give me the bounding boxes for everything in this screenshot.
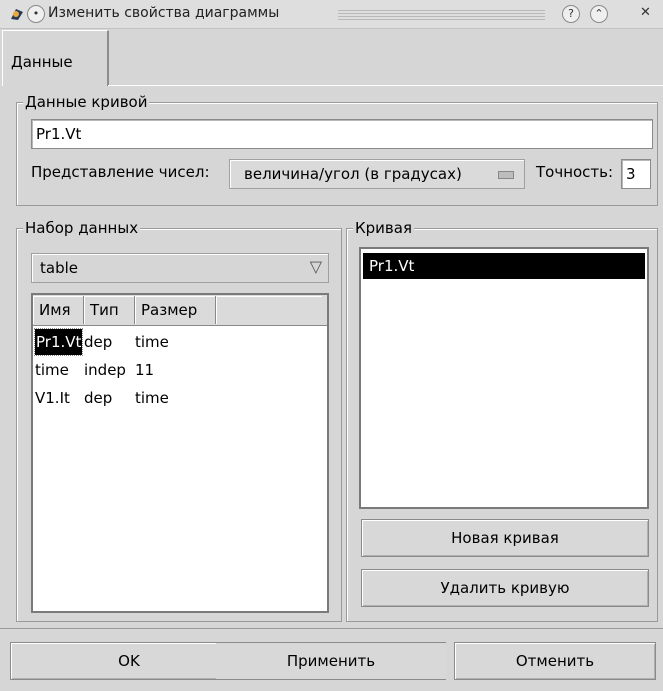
table-row[interactable]: time indep 11	[33, 357, 323, 383]
tab-data[interactable]: Данные	[2, 30, 109, 86]
table-cell-type: indep	[84, 361, 126, 379]
column-header-name[interactable]: Имя	[33, 296, 84, 324]
table-cell-name: time	[35, 361, 69, 379]
tab-label: Данные	[11, 53, 73, 71]
table-cell-type: dep	[84, 333, 113, 351]
delete-curve-button[interactable]: Удалить кривую	[361, 569, 649, 607]
cancel-button[interactable]: Отменить	[454, 642, 656, 680]
list-item[interactable]: Pr1.Vt	[363, 253, 645, 279]
curve-name-input[interactable]: Pr1.Vt	[31, 119, 653, 149]
number-repr-label: Представление чисел:	[31, 163, 210, 181]
dataset-group-title: Набор данных	[23, 219, 141, 237]
curve-data-group: Данные кривой Pr1.Vt Представление чисел…	[16, 93, 658, 206]
dropdown-arrow-icon: ▽	[309, 257, 322, 276]
table-row[interactable]: V1.It dep time	[33, 385, 323, 411]
table-row[interactable]: Pr1.Vt dep time	[33, 328, 323, 356]
precision-input[interactable]: 3	[621, 159, 651, 189]
dataset-table[interactable]: Имя Тип Размер Pr1.Vt dep time time inde…	[31, 293, 329, 613]
tab-bar-line	[108, 85, 663, 86]
dot-icon: •	[32, 7, 40, 20]
precision-label: Точность:	[536, 163, 614, 181]
column-header-type[interactable]: Тип	[84, 296, 135, 324]
dataset-select[interactable]: table ▽	[31, 253, 329, 283]
curve-list[interactable]: Pr1.Vt	[359, 247, 649, 509]
dataset-table-header: Имя Тип Размер	[33, 295, 327, 326]
ok-button[interactable]: OK	[10, 642, 248, 680]
table-cell-size: 11	[135, 361, 155, 379]
curve-group-title: Кривая	[353, 219, 414, 237]
table-cell-name: V1.It	[35, 389, 70, 407]
help-icon: ?	[568, 7, 574, 20]
table-cell-name: Pr1.Vt	[33, 328, 84, 356]
dropdown-indicator-icon	[498, 171, 514, 179]
column-header-empty	[216, 296, 322, 324]
table-cell-size: time	[135, 389, 169, 407]
new-curve-button[interactable]: Новая кривая	[361, 519, 649, 557]
title-bar-grip	[338, 8, 545, 20]
shade-button[interactable]: ⌃	[590, 5, 608, 23]
curve-data-group-title: Данные кривой	[23, 93, 150, 111]
number-repr-select[interactable]: величина/угол (в градусах)	[229, 159, 525, 189]
help-button[interactable]: ?	[562, 5, 580, 23]
properties-dialog: • Изменить свойства диаграммы ? ⌃ ✕ Данн…	[0, 0, 663, 691]
close-icon: ✕	[640, 5, 651, 20]
window-title: Изменить свойства диаграммы	[48, 5, 280, 21]
close-button[interactable]: ✕	[640, 5, 651, 20]
chevron-up-icon: ⌃	[594, 7, 604, 20]
apply-button[interactable]: Применить	[216, 642, 446, 680]
number-repr-value: величина/угол (в градусах)	[244, 165, 462, 183]
curve-group: Кривая Pr1.Vt Новая кривая Удалить криву…	[346, 219, 658, 622]
window-menu-button[interactable]: •	[27, 5, 45, 23]
table-cell-size: time	[135, 333, 169, 351]
footer-divider	[0, 628, 663, 629]
table-cell-type: dep	[84, 389, 113, 407]
dataset-select-value: table	[40, 259, 78, 277]
column-header-size[interactable]: Размер	[135, 296, 216, 324]
app-icon	[11, 9, 23, 20]
dataset-group: Набор данных table ▽ Имя Тип Размер Pr1.…	[16, 219, 342, 622]
title-bar[interactable]: • Изменить свойства диаграммы ? ⌃ ✕	[0, 0, 663, 29]
curve-item-label: Pr1.Vt	[369, 257, 415, 275]
